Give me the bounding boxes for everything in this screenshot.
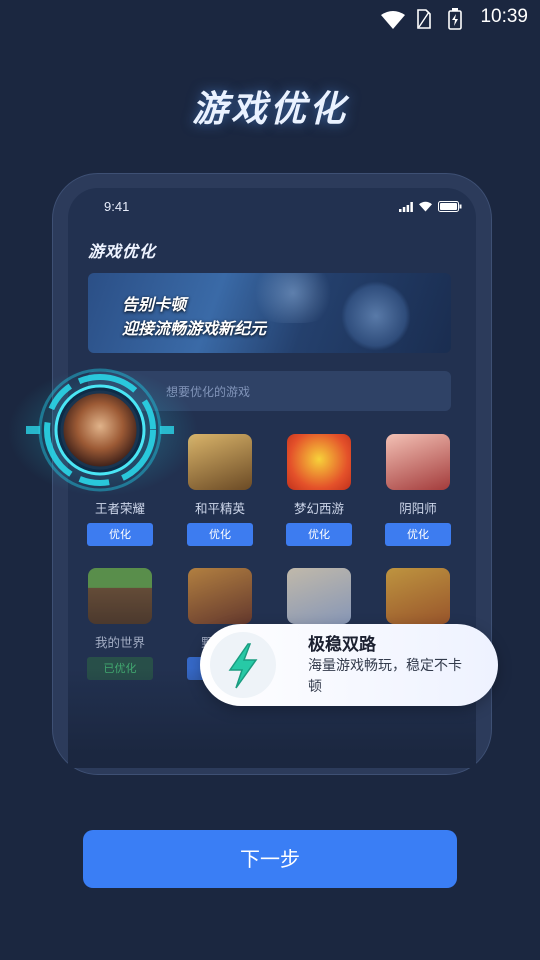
boost-ring-graphic	[8, 368, 198, 496]
feature-card: 极稳双路 海量游戏畅玩，稳定不卡顿	[200, 624, 498, 706]
game-icon	[386, 434, 450, 490]
game-name: 阴阳师	[399, 501, 437, 516]
battery-icon	[438, 201, 462, 212]
banner-subheadline: 迎接流畅游戏新纪元	[122, 319, 267, 338]
game-icon	[287, 434, 351, 490]
game-item-onmyoji[interactable]: 阴阳师 优化	[378, 434, 458, 546]
game-item-happy-landlord[interactable]	[378, 568, 458, 624]
optimize-button[interactable]: 优化	[286, 523, 352, 546]
game-item-genshin[interactable]	[279, 568, 359, 624]
game-icon	[188, 568, 252, 624]
next-button[interactable]: 下一步	[83, 830, 457, 888]
promo-banner[interactable]: 告别卡顿 迎接流畅游戏新纪元	[88, 273, 451, 353]
game-name: 和平精英	[194, 501, 245, 516]
wifi-icon	[380, 10, 406, 34]
optimize-button[interactable]: 优化	[385, 523, 451, 546]
phone-page-title: 游戏优化	[88, 242, 157, 261]
status-bar: 10:39	[0, 0, 540, 36]
game-item-minecraft[interactable]: 我的世界 已优化	[80, 568, 160, 680]
game-icon	[287, 568, 351, 624]
game-item-fantasy-westward[interactable]: 梦幻西游 优化	[279, 434, 359, 546]
signal-icon	[399, 201, 413, 212]
optimize-button[interactable]: 优化	[187, 523, 253, 546]
game-icon	[88, 568, 152, 624]
battery-icon	[448, 8, 462, 34]
wifi-icon	[419, 201, 432, 212]
game-icon	[386, 568, 450, 624]
status-time: 10:39	[480, 6, 528, 27]
feature-description: 海量游戏畅玩，稳定不卡顿	[308, 658, 462, 695]
feature-title: 极稳双路	[308, 635, 376, 655]
sim-icon	[416, 9, 432, 33]
lightning-icon	[228, 643, 258, 689]
banner-headline: 告别卡顿	[122, 295, 187, 314]
phone-status-icons	[399, 201, 462, 212]
game-name: 我的世界	[94, 635, 145, 650]
banner-hero-art	[341, 281, 411, 351]
optimize-button[interactable]: 优化	[87, 523, 153, 546]
game-name: 梦幻西游	[293, 501, 344, 516]
phone-status-time: 9:41	[104, 199, 130, 214]
page-title: 游戏优化	[191, 89, 348, 130]
lightning-icon-badge	[210, 632, 276, 698]
game-name: 王者荣耀	[94, 501, 145, 516]
